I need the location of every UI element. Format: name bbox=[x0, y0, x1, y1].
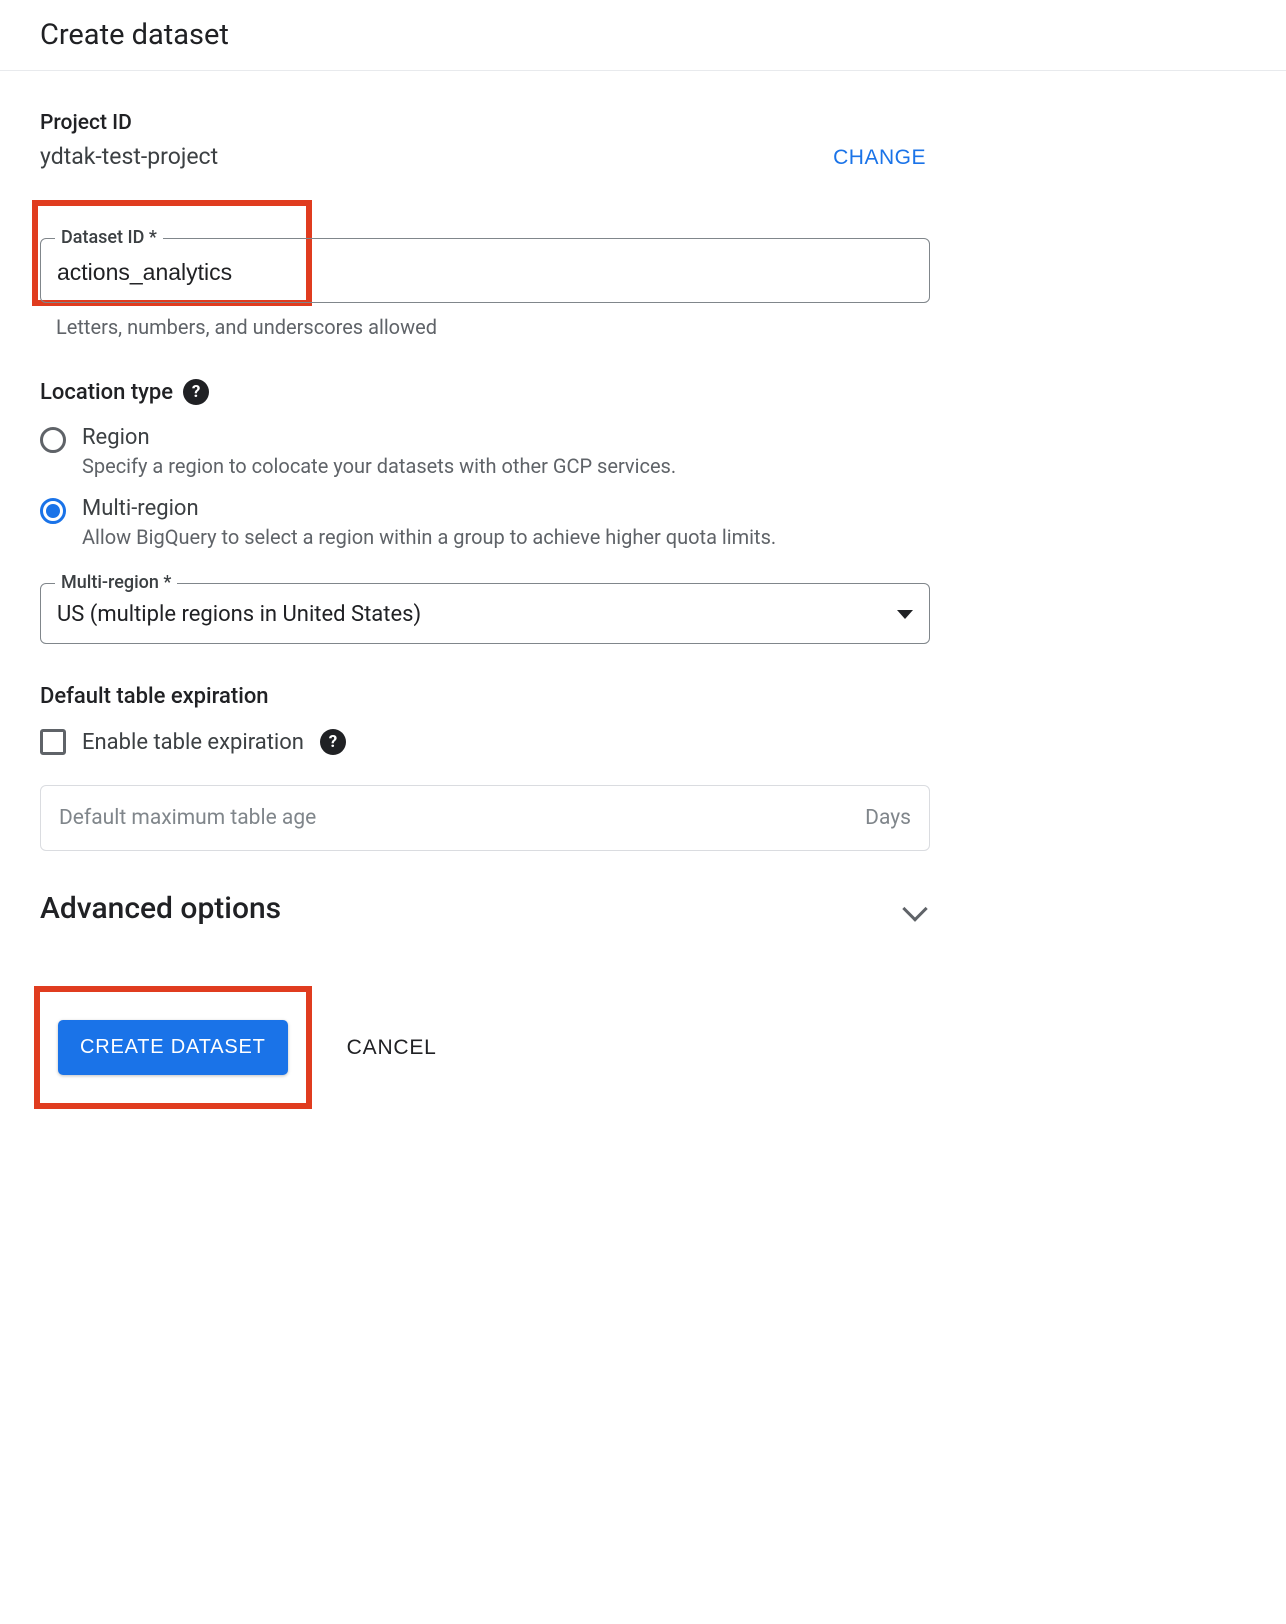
dataset-id-helper: Letters, numbers, and underscores allowe… bbox=[56, 315, 1246, 339]
help-icon[interactable]: ? bbox=[183, 379, 209, 405]
max-table-age-field: Default maximum table age Days bbox=[40, 785, 930, 851]
project-id-label: Project ID bbox=[40, 111, 218, 135]
highlight-create-button: CREATE DATASET bbox=[34, 986, 312, 1109]
help-icon[interactable]: ? bbox=[320, 729, 346, 755]
radio-region-control[interactable] bbox=[40, 427, 66, 453]
multi-region-select[interactable]: Multi-region * US (multiple regions in U… bbox=[40, 583, 930, 644]
chevron-down-icon bbox=[902, 896, 927, 921]
radio-region-label: Region bbox=[82, 425, 676, 450]
enable-expiration-checkbox[interactable] bbox=[40, 729, 66, 755]
advanced-options-label: Advanced options bbox=[40, 891, 281, 926]
dataset-id-input[interactable] bbox=[57, 259, 913, 286]
dataset-id-label: Dataset ID * bbox=[55, 227, 163, 248]
project-id-value: ydtak-test-project bbox=[40, 143, 218, 170]
multi-region-select-label: Multi-region * bbox=[55, 572, 177, 593]
radio-region[interactable]: Region Specify a region to colocate your… bbox=[40, 425, 1246, 478]
radio-region-desc: Specify a region to colocate your datase… bbox=[82, 454, 676, 478]
radio-multiregion-label: Multi-region bbox=[82, 496, 776, 521]
chevron-down-icon bbox=[897, 610, 913, 619]
cancel-button[interactable]: CANCEL bbox=[347, 1036, 437, 1060]
expiration-title: Default table expiration bbox=[40, 684, 269, 709]
location-type-label: Location type bbox=[40, 380, 173, 405]
enable-expiration-label: Enable table expiration bbox=[82, 730, 304, 755]
create-dataset-button[interactable]: CREATE DATASET bbox=[58, 1020, 288, 1075]
max-table-age-unit: Days bbox=[865, 806, 911, 830]
radio-multiregion-desc: Allow BigQuery to select a region within… bbox=[82, 525, 776, 549]
multi-region-select-value: US (multiple regions in United States) bbox=[57, 602, 421, 627]
change-project-button[interactable]: CHANGE bbox=[833, 146, 1246, 170]
advanced-options-toggle[interactable]: Advanced options bbox=[40, 891, 930, 926]
page-title: Create dataset bbox=[40, 18, 1246, 52]
radio-multiregion-control[interactable] bbox=[40, 498, 66, 524]
radio-multiregion[interactable]: Multi-region Allow BigQuery to select a … bbox=[40, 496, 1246, 549]
max-table-age-placeholder: Default maximum table age bbox=[59, 806, 316, 830]
dataset-id-field[interactable]: Dataset ID * bbox=[40, 238, 930, 303]
